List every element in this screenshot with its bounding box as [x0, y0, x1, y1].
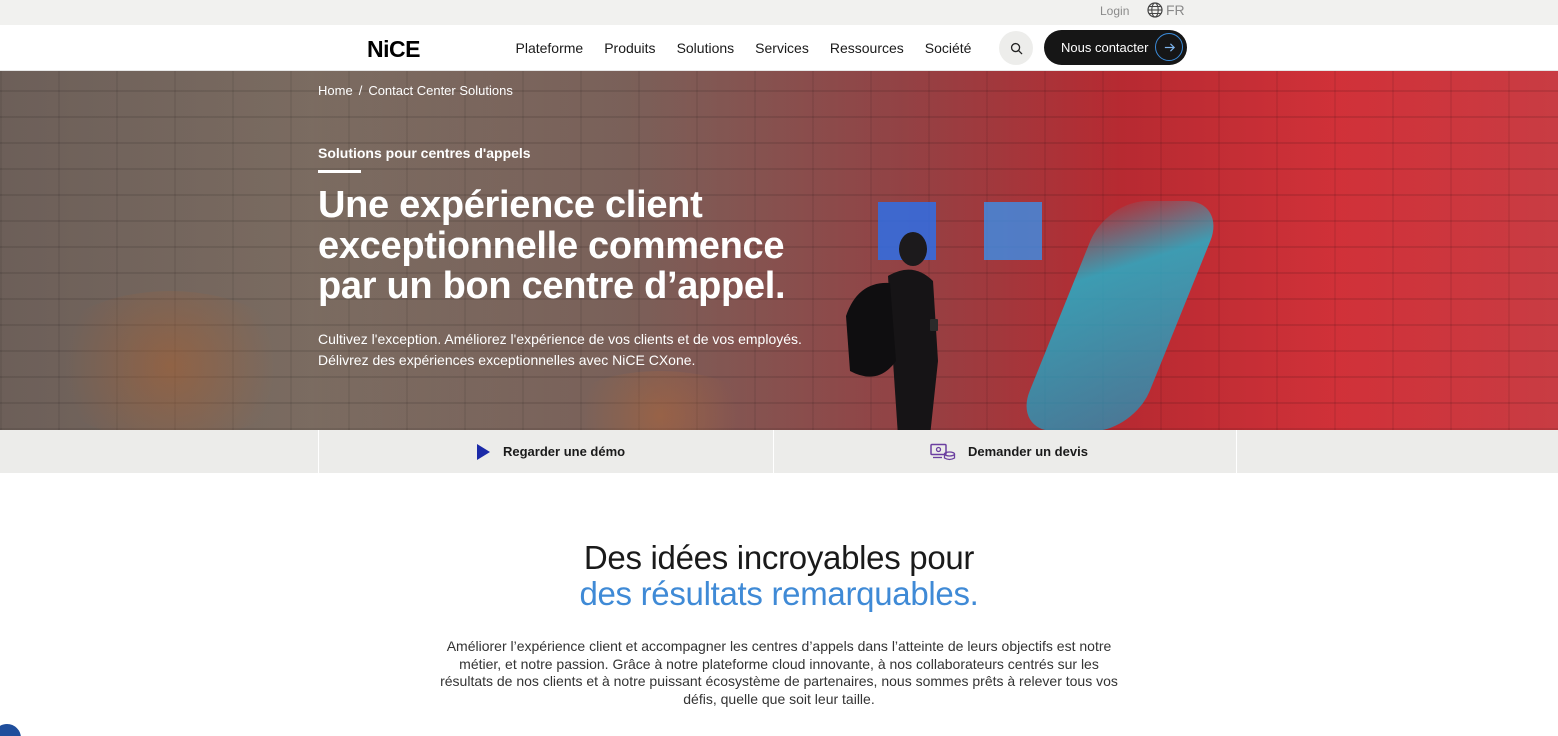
hero-paint-blue-square-2 — [984, 202, 1042, 260]
cta-divider — [773, 430, 774, 473]
search-icon — [1010, 42, 1022, 54]
play-icon — [477, 443, 490, 460]
main-nav: Plateforme Produits Solutions Services R… — [505, 25, 982, 71]
breadcrumb-separator: / — [358, 83, 363, 98]
nice-logo[interactable]: NiCE — [367, 36, 420, 63]
nav-item-services[interactable]: Services — [745, 40, 820, 56]
accessibility-icon[interactable] — [0, 722, 23, 736]
login-link[interactable]: Login — [1100, 4, 1129, 18]
globe-icon — [1147, 2, 1163, 18]
main-header: NiCE Plateforme Produits Solutions Servi… — [0, 25, 1558, 71]
watch-demo-label: Regarder une démo — [503, 444, 626, 459]
hero-title: Une expérience client exceptionnelle com… — [318, 184, 786, 307]
cta-divider — [318, 430, 319, 473]
language-label: FR — [1166, 2, 1185, 18]
watch-demo-button[interactable]: Regarder une démo — [476, 430, 625, 473]
hero-subtitle: Cultivez l'exception. Améliorez l'expéri… — [318, 331, 802, 368]
cta-bar: Regarder une démo Demander un devis — [0, 430, 1558, 473]
intro-heading: Des idées incroyables pour des résultats… — [0, 540, 1558, 612]
request-quote-label: Demander un devis — [968, 444, 1088, 459]
person-silhouette-image — [846, 232, 938, 430]
language-switcher[interactable]: FR — [1147, 2, 1185, 18]
request-quote-button[interactable]: Demander un devis — [930, 430, 1088, 473]
intro-body-text: Améliorer l’expérience client et accompa… — [440, 638, 1118, 707]
breadcrumb-current: Contact Center Solutions — [368, 83, 513, 98]
nav-item-produits[interactable]: Produits — [594, 40, 666, 56]
contact-button-label: Nous contacter — [1061, 40, 1149, 55]
quote-icon — [930, 443, 956, 460]
hero-banner: Home / Contact Center Solutions Solution… — [0, 71, 1558, 430]
eyebrow-underline — [318, 170, 361, 173]
intro-heading-line1: Des idées incroyables pour — [583, 539, 975, 576]
search-button[interactable] — [999, 31, 1033, 65]
contact-button[interactable]: Nous contacter — [1044, 30, 1187, 65]
nav-item-solutions[interactable]: Solutions — [666, 40, 745, 56]
arrow-right-icon — [1155, 33, 1183, 61]
hero-eyebrow: Solutions pour centres d'appels — [318, 145, 531, 161]
breadcrumb: Home / Contact Center Solutions — [318, 83, 513, 98]
cta-divider — [1236, 430, 1237, 473]
breadcrumb-home[interactable]: Home — [318, 83, 353, 98]
intro-heading-line2: des résultats remarquables. — [579, 575, 979, 612]
nav-item-societe[interactable]: Société — [914, 40, 982, 56]
nav-item-plateforme[interactable]: Plateforme — [505, 40, 594, 56]
utility-bar: Login FR — [0, 0, 1558, 25]
nav-item-ressources[interactable]: Ressources — [819, 40, 914, 56]
